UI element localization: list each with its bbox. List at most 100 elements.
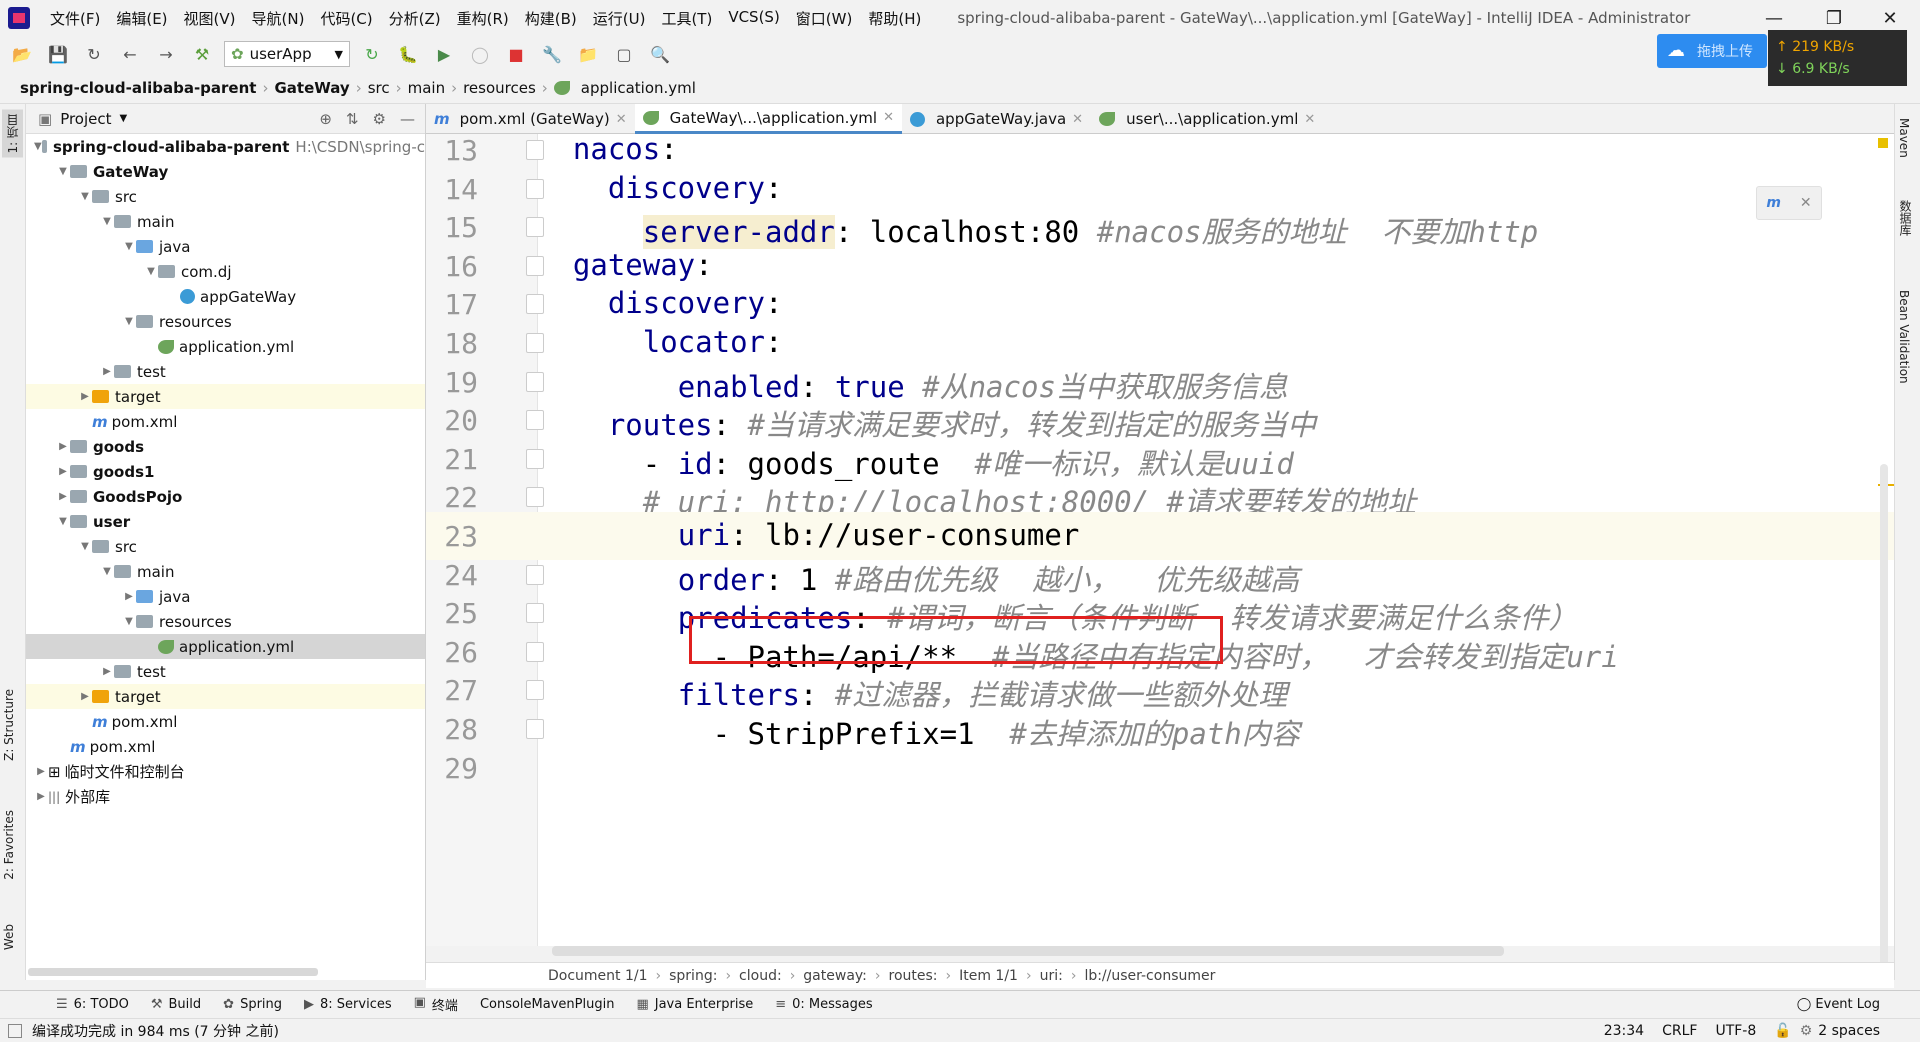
tree-item[interactable]: ▼ spring-cloud-alibaba-parent H:\CSDN\spri… — [26, 134, 425, 159]
event-log-button[interactable]: ◯ Event Log — [1797, 997, 1880, 1012]
collapse-arrow-icon[interactable]: ▶ — [122, 591, 136, 602]
inspection-status-icon[interactable] — [1878, 138, 1888, 148]
tree-item[interactable]: ▶ test — [26, 359, 425, 384]
collapse-all-icon[interactable]: ⇅ — [346, 110, 359, 128]
line-separator[interactable]: CRLF — [1662, 1023, 1697, 1039]
tool-tab-favorites[interactable]: 2: Favorites — [2, 810, 16, 880]
lock-icon[interactable]: 🔓 — [1774, 1023, 1791, 1039]
tool-window-tab[interactable]: ≡ 0: Messages — [775, 997, 872, 1012]
collapse-arrow-icon[interactable]: ▶ — [34, 791, 48, 802]
menu-item[interactable]: 导航(N) — [244, 8, 313, 29]
git-icon[interactable]: ⚙ — [1800, 1023, 1813, 1039]
indent-setting[interactable]: 2 spaces — [1818, 1023, 1880, 1039]
menu-item[interactable]: 编辑(E) — [108, 8, 175, 29]
tree-item[interactable]: ▼ com.dj — [26, 259, 425, 284]
tree-item[interactable]: m pom.xml — [26, 734, 425, 759]
tree-item[interactable]: ▶ goods — [26, 434, 425, 459]
breadcrumb-item[interactable]: resources — [457, 79, 542, 97]
locate-icon[interactable]: ⊕ — [319, 110, 332, 128]
tree-item[interactable]: appGateWay — [26, 284, 425, 309]
tool-tab-database[interactable]: 数据库 — [1897, 200, 1914, 236]
maven-reload-icon[interactable]: m — [1766, 195, 1781, 211]
close-tab-icon[interactable]: ✕ — [1072, 112, 1083, 127]
collapse-arrow-icon[interactable]: ▶ — [78, 691, 92, 702]
project-panel-title[interactable]: Project — [60, 110, 111, 128]
tool-window-tab[interactable]: ▦ Java Enterprise — [636, 997, 753, 1012]
editor-breadcrumb-item[interactable]: routes: — [889, 968, 938, 984]
tool-window-tab[interactable]: ▶ 8: Services — [304, 997, 392, 1012]
editor-breadcrumb-item[interactable]: cloud: — [739, 968, 782, 984]
expand-arrow-icon[interactable]: ▼ — [78, 541, 92, 552]
coverage-icon[interactable]: ▶ — [430, 41, 458, 67]
tree-scrollbar[interactable] — [28, 968, 318, 976]
collapse-arrow-icon[interactable]: ▶ — [100, 666, 114, 677]
menu-item[interactable]: 工具(T) — [653, 8, 720, 29]
status-square-icon[interactable] — [8, 1023, 22, 1038]
stop-icon[interactable]: ■ — [502, 41, 530, 67]
expand-arrow-icon[interactable]: ▼ — [100, 216, 114, 227]
tree-item[interactable]: ▼ main — [26, 209, 425, 234]
breadcrumb-item[interactable]: application.yml — [575, 79, 702, 97]
collapse-arrow-icon[interactable]: ▶ — [56, 491, 70, 502]
close-tab-icon[interactable]: ✕ — [883, 110, 894, 125]
expand-arrow-icon[interactable]: ▼ — [122, 316, 136, 327]
build-hammer-icon[interactable]: ⚒ — [188, 41, 216, 67]
tree-item[interactable]: ▼ resources — [26, 309, 425, 334]
close-icon[interactable]: ✕ — [1800, 195, 1812, 211]
menu-item[interactable]: 帮助(H) — [860, 8, 929, 29]
rerun-icon[interactable]: ↻ — [358, 41, 386, 67]
collapse-arrow-icon[interactable]: ▶ — [34, 766, 48, 777]
code-editor[interactable]: 13 nacos: 14 discovery: 15 server-addr: lo… — [426, 132, 1894, 974]
editor-breadcrumb-item[interactable]: lb://user-consumer — [1084, 968, 1215, 984]
forward-icon[interactable]: → — [152, 41, 180, 67]
gear-icon[interactable]: ⚙ — [373, 110, 386, 128]
open-folder-icon[interactable]: 📂 — [8, 41, 36, 67]
tree-item[interactable]: ▼ main — [26, 559, 425, 584]
tool-window-tab[interactable]: ✿ Spring — [223, 997, 282, 1012]
tool-tab-web[interactable]: Web — [2, 924, 16, 950]
debug-icon[interactable]: 🐛 — [394, 41, 422, 67]
tree-item[interactable]: application.yml — [26, 634, 425, 659]
layout-icon[interactable]: ▢ — [610, 41, 638, 67]
tree-item[interactable]: ▶ GoodsPojo — [26, 484, 425, 509]
tree-item[interactable]: m pom.xml — [26, 709, 425, 734]
project-structure-icon[interactable]: 📁 — [574, 41, 602, 67]
tree-item[interactable]: ▼ user — [26, 509, 425, 534]
editor-breadcrumb-item[interactable]: gateway: — [803, 968, 867, 984]
tool-window-tab[interactable]: ▣ 终端 — [414, 995, 458, 1014]
menu-item[interactable]: 视图(V) — [176, 8, 244, 29]
settings-wrench-icon[interactable]: 🔧 — [538, 41, 566, 67]
expand-arrow-icon[interactable]: ▼ — [56, 516, 70, 527]
menu-item[interactable]: 代码(C) — [312, 8, 380, 29]
menu-item[interactable]: VCS(S) — [720, 8, 787, 29]
expand-arrow-icon[interactable]: ▼ — [122, 616, 136, 627]
editor-vertical-scrollbar[interactable] — [1880, 464, 1888, 974]
editor-breadcrumb-item[interactable]: uri: — [1040, 968, 1063, 984]
tool-window-tab[interactable]: ConsoleMavenPlugin — [480, 997, 615, 1012]
tool-tab-maven[interactable]: Maven — [1897, 118, 1911, 158]
sync-icon[interactable]: ↻ — [80, 41, 108, 67]
collapse-arrow-icon[interactable]: ▶ — [100, 366, 114, 377]
search-icon[interactable]: 🔍 — [646, 41, 674, 67]
tool-tab-project[interactable]: 1: 项目 — [2, 110, 23, 158]
tree-item[interactable]: ▶ ||| 外部库 — [26, 784, 425, 809]
tool-tab-bean-validation[interactable]: Bean Validation — [1897, 290, 1911, 384]
profile-icon[interactable]: ◯ — [466, 41, 494, 67]
menu-item[interactable]: 运行(U) — [585, 8, 654, 29]
tree-item[interactable]: ▶ ⊞ 临时文件和控制台 — [26, 759, 425, 784]
collapse-arrow-icon[interactable]: ▶ — [78, 391, 92, 402]
tree-item[interactable]: ▼ GateWay — [26, 159, 425, 184]
breadcrumb-item[interactable]: spring-cloud-alibaba-parent — [14, 79, 262, 97]
editor-breadcrumb-item[interactable]: Item 1/1 — [959, 968, 1018, 984]
cursor-position[interactable]: 23:34 — [1604, 1023, 1644, 1039]
expand-arrow-icon[interactable]: ▼ — [78, 191, 92, 202]
tree-item[interactable]: ▼ src — [26, 534, 425, 559]
tree-item[interactable]: m pom.xml — [26, 409, 425, 434]
close-tab-icon[interactable]: ✕ — [616, 112, 627, 127]
tool-window-tab[interactable]: ⚒ Build — [151, 997, 201, 1012]
breadcrumb-item[interactable]: src — [362, 79, 396, 97]
file-encoding[interactable]: UTF-8 — [1715, 1023, 1756, 1039]
expand-arrow-icon[interactable]: ▼ — [122, 241, 136, 252]
menu-item[interactable]: 文件(F) — [42, 8, 108, 29]
tree-item[interactable]: ▼ resources — [26, 609, 425, 634]
